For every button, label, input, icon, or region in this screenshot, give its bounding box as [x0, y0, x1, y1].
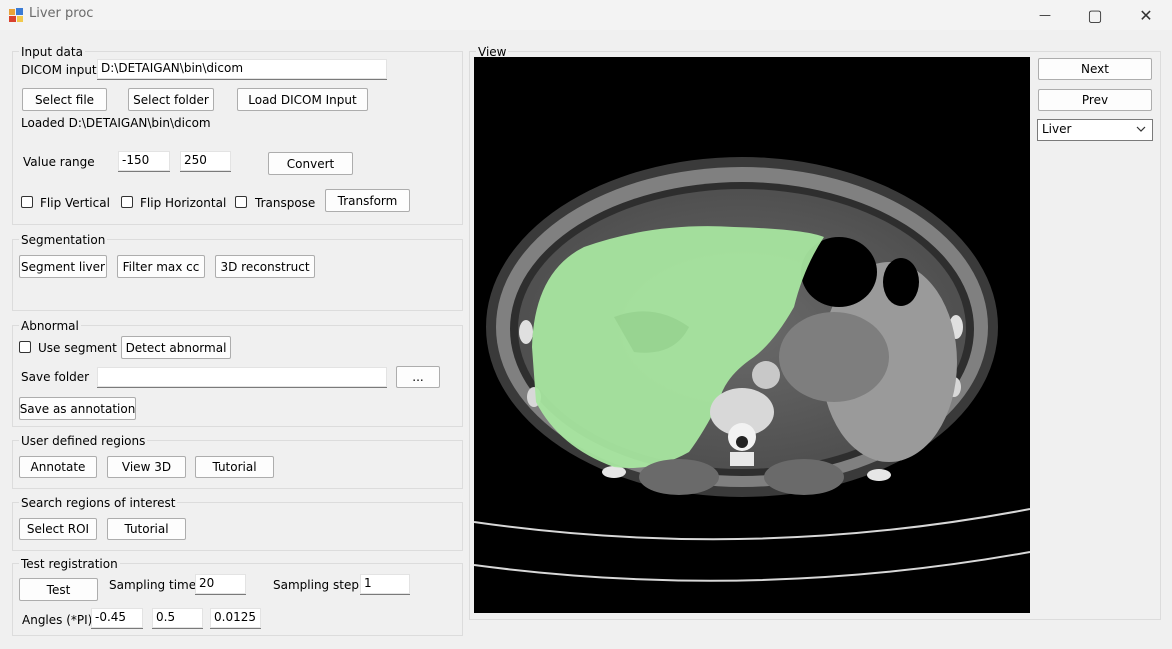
segmentation-label: Segmentation	[19, 233, 108, 247]
select-folder-button[interactable]: Select folder	[128, 88, 214, 111]
minimize-button[interactable]: —	[1022, 0, 1068, 30]
ct-image-view[interactable]	[474, 57, 1030, 613]
flip-horizontal-label: Flip Horizontal	[140, 196, 227, 210]
angle-1-input[interactable]: -0.45	[91, 608, 143, 629]
window-title: Liver proc	[29, 6, 94, 21]
prev-button[interactable]: Prev	[1038, 89, 1152, 111]
value-range-label: Value range	[23, 155, 95, 169]
user-regions-label: User defined regions	[19, 434, 148, 448]
minimize-icon: —	[1039, 8, 1051, 22]
filter-max-cc-button[interactable]: Filter max cc	[117, 255, 205, 278]
tutorial-button-roi[interactable]: Tutorial	[107, 518, 186, 540]
save-folder-label: Save folder	[21, 370, 90, 384]
input-data-label: Input data	[19, 45, 85, 59]
dicom-input-label: DICOM input	[21, 63, 97, 77]
transpose-checkbox[interactable]	[235, 196, 247, 208]
annotate-button[interactable]: Annotate	[19, 456, 97, 478]
angle-2-input[interactable]: 0.5	[152, 608, 203, 629]
maximize-icon: ▢	[1087, 5, 1103, 25]
load-dicom-button[interactable]: Load DICOM Input	[237, 88, 368, 111]
search-roi-label: Search regions of interest	[19, 496, 178, 510]
close-button[interactable]: ✕	[1123, 0, 1169, 30]
tutorial-button-regions[interactable]: Tutorial	[195, 456, 274, 478]
sampling-step-label: Sampling step	[273, 578, 359, 592]
browse-folder-button[interactable]: ...	[396, 366, 440, 388]
convert-button[interactable]: Convert	[268, 152, 353, 175]
segment-liver-button[interactable]: Segment liver	[19, 255, 107, 278]
flip-vertical-checkbox[interactable]	[21, 196, 33, 208]
use-segment-checkbox[interactable]	[19, 341, 31, 353]
test-registration-label: Test registration	[19, 557, 120, 571]
view-3d-button[interactable]: View 3D	[107, 456, 186, 478]
abnormal-label: Abnormal	[19, 319, 81, 333]
save-as-annotation-button[interactable]: Save as annotation	[19, 397, 136, 420]
flip-horizontal-checkbox[interactable]	[121, 196, 133, 208]
range-max-input[interactable]: 250	[180, 151, 231, 172]
flip-vertical-label: Flip Vertical	[40, 196, 110, 210]
sampling-times-input[interactable]: 20	[195, 574, 246, 595]
next-button[interactable]: Next	[1038, 58, 1152, 80]
sampling-step-input[interactable]: 1	[360, 574, 410, 595]
chevron-down-icon	[1136, 123, 1146, 138]
range-min-input[interactable]: -150	[118, 151, 170, 172]
title-bar	[0, 0, 1172, 30]
organ-select-value: Liver	[1042, 122, 1072, 136]
angle-3-input[interactable]: 0.0125	[210, 608, 261, 629]
ct-slice-image	[474, 157, 1030, 582]
transpose-label: Transpose	[255, 196, 316, 210]
use-segment-label: Use segment	[38, 341, 117, 355]
select-file-button[interactable]: Select file	[22, 88, 107, 111]
dicom-input-field[interactable]: D:\DETAIGAN\bin\dicom	[97, 59, 387, 80]
sampling-times-label: Sampling times	[109, 578, 203, 592]
loaded-status: Loaded D:\DETAIGAN\bin\dicom	[21, 116, 211, 130]
organ-select[interactable]: Liver	[1037, 119, 1153, 141]
test-button[interactable]: Test	[19, 578, 98, 601]
select-roi-button[interactable]: Select ROI	[19, 518, 97, 540]
app-icon	[8, 7, 24, 23]
close-icon: ✕	[1139, 5, 1153, 25]
reconstruct-3d-button[interactable]: 3D reconstruct	[215, 255, 315, 278]
angles-label: Angles (*PI)	[22, 613, 93, 627]
maximize-button[interactable]: ▢	[1072, 0, 1118, 30]
save-folder-input[interactable]	[97, 367, 387, 388]
transform-button[interactable]: Transform	[325, 189, 410, 212]
detect-abnormal-button[interactable]: Detect abnormal	[121, 336, 231, 359]
